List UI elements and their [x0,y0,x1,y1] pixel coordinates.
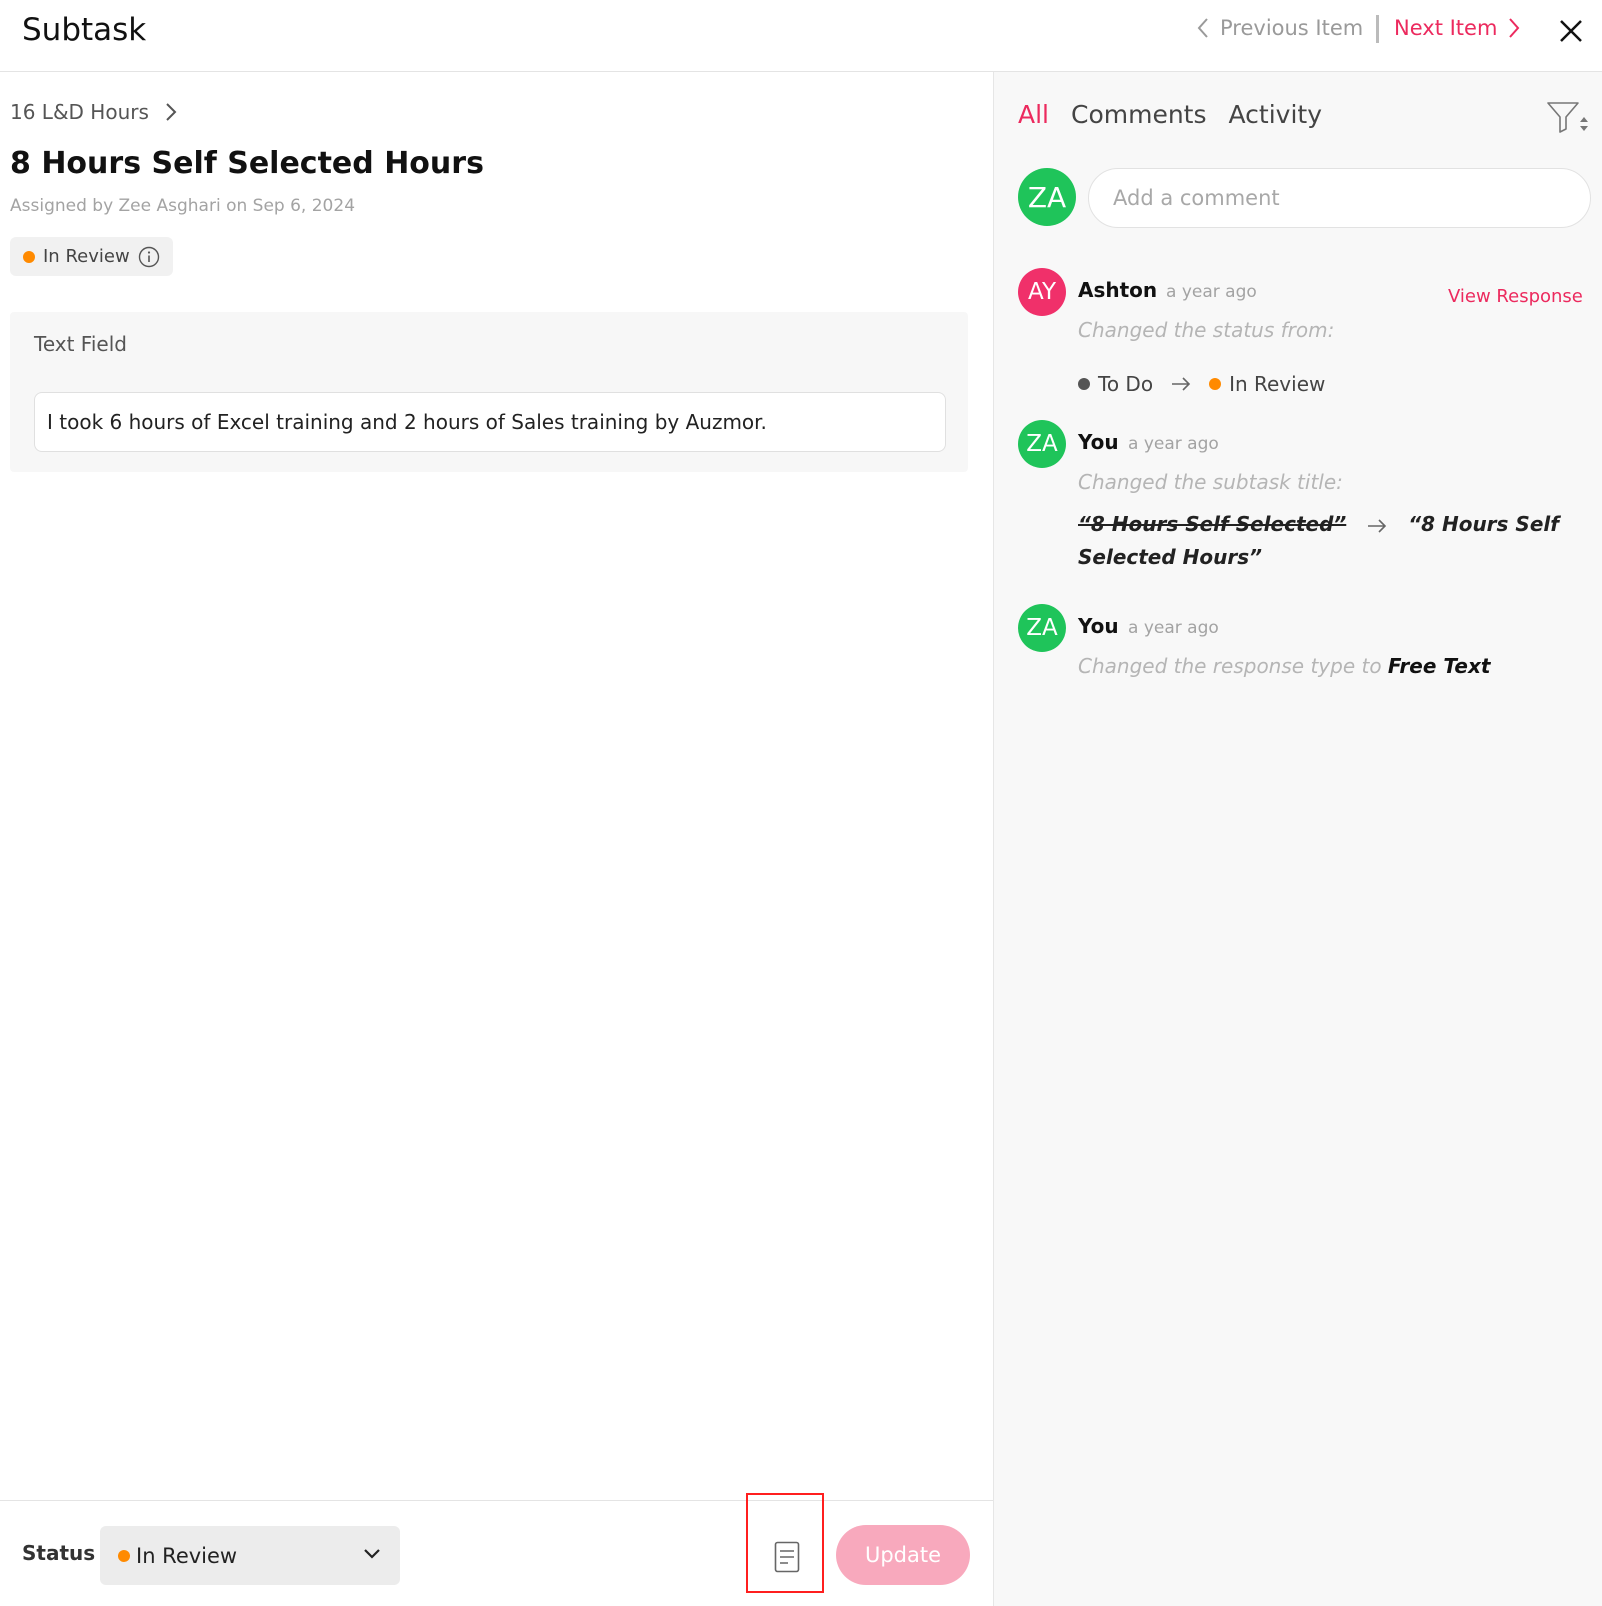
activity-timestamp: a year ago [1128,434,1219,454]
chevron-left-icon [1197,18,1208,38]
avatar: ZA [1018,604,1066,652]
avatar: AY [1018,268,1066,316]
next-item-label: Next Item [1394,16,1498,40]
chevron-right-icon [166,103,177,121]
tab-all[interactable]: All [1018,100,1049,129]
status-dot [23,250,35,263]
arrow-right-icon [1172,377,1191,391]
status-dropdown[interactable]: In Review [100,1526,400,1585]
subtask-title: 8 Hours Self Selected Hours [10,146,484,181]
breadcrumb[interactable]: 16 L&D Hours [10,100,177,124]
text-field-response[interactable]: I took 6 hours of Excel training and 2 h… [34,392,946,452]
status-label: Status [22,1541,96,1565]
old-title: “8 Hours Self Selected” [1078,512,1347,536]
activity-description: Changed the status from: [1078,318,1335,342]
update-button[interactable]: Update [836,1525,970,1585]
document-icon[interactable] [774,1541,800,1573]
arrow-right-icon [1368,518,1387,533]
chevron-right-icon [1509,18,1520,38]
activity-description: Changed the response type to Free Text [1078,654,1490,678]
footer-bar: Status In Review Update [0,1493,993,1606]
previous-item-label: Previous Item [1220,16,1364,40]
page-title: Subtask [22,12,147,48]
activity-timestamp: a year ago [1128,618,1219,638]
tab-comments[interactable]: Comments [1071,100,1207,129]
previous-item-button[interactable]: Previous Item [1196,16,1363,40]
activity-tabs: All Comments Activity [1018,100,1322,129]
info-icon[interactable] [138,246,160,268]
header: Subtask Previous Item Next Item [0,0,1602,72]
status-dot [1078,378,1090,390]
field-label: Text Field [34,332,127,356]
tab-activity[interactable]: Activity [1229,100,1323,129]
from-status: To Do [1098,372,1154,396]
activity-author: You [1078,430,1119,454]
status-badge: In Review [10,237,173,276]
activity-author: You [1078,614,1119,638]
status-dot [118,1549,130,1562]
title-change: “8 Hours Self Selected” “8 Hours Self Se… [1078,508,1588,574]
response-type-value: Free Text [1387,654,1491,678]
add-comment-input[interactable] [1088,168,1591,228]
to-status: In Review [1229,372,1326,396]
status-badge-label: In Review [43,246,130,267]
activity-author: Ashton [1078,278,1158,302]
view-response-link[interactable]: View Response [1448,286,1583,307]
breadcrumb-parent-task[interactable]: 16 L&D Hours [10,100,149,124]
current-user-avatar: ZA [1018,168,1076,226]
filter-icon[interactable] [1546,100,1590,136]
status-dot [1209,378,1222,390]
assigned-info: Assigned by Zee Asghari on Sep 6, 2024 [10,196,356,216]
status-change: To Do In Review [1078,372,1325,396]
chevron-down-icon [364,1549,380,1559]
activity-description: Changed the subtask title: [1078,470,1343,494]
avatar: ZA [1018,420,1066,468]
subtask-details-panel: 16 L&D Hours 8 Hours Self Selected Hours… [0,72,993,1500]
next-item-button[interactable]: Next Item [1394,16,1521,40]
close-icon[interactable] [1556,16,1586,46]
activity-timestamp: a year ago [1166,282,1257,302]
activity-panel: All Comments Activity ZA AY Ashton a yea… [993,72,1602,1606]
status-dropdown-value: In Review [136,1543,238,1568]
response-field-card: Text Field I took 6 hours of Excel train… [10,312,968,472]
response-type-description: Changed the response type to [1078,654,1382,678]
nav-divider [1376,15,1379,43]
